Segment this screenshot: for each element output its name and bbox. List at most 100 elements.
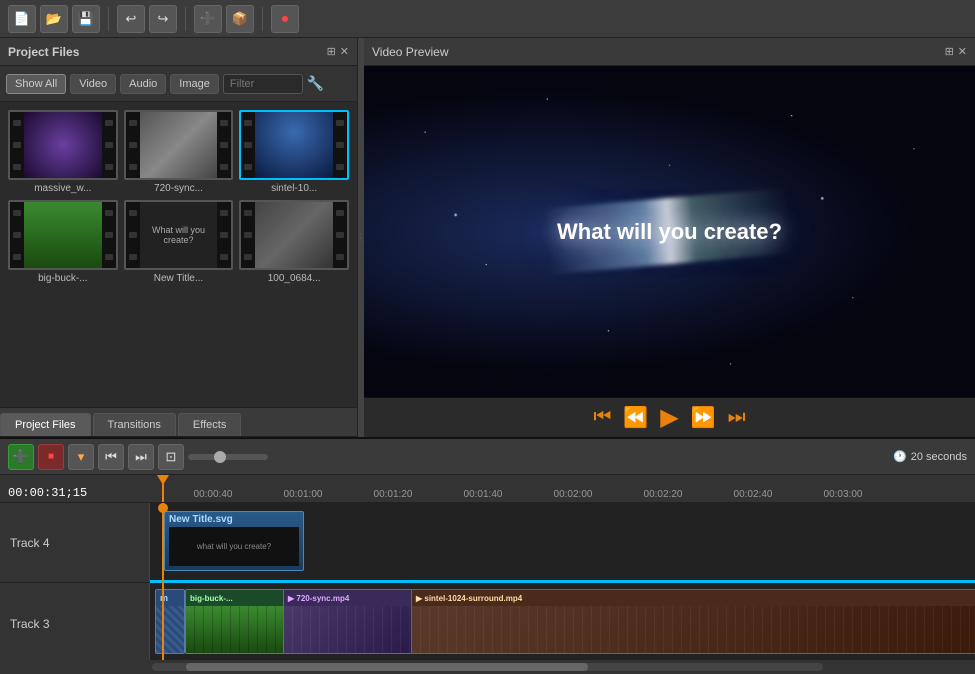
media-thumb-720sync — [124, 110, 234, 180]
ruler-time-5: 00:02:00 — [554, 489, 593, 500]
ruler-time-6: 00:02:20 — [644, 489, 683, 500]
media-item-sintel[interactable]: sintel-10... — [239, 110, 349, 194]
track-4: Track 4 New Title.svg what will you crea… — [0, 503, 975, 583]
film-hole — [244, 254, 252, 260]
film-hole — [13, 254, 21, 260]
film-hole — [336, 210, 344, 216]
film-hole — [129, 232, 137, 238]
clip-720sync[interactable]: ▶ 720-sync.mp4 — [283, 589, 413, 654]
rewind-button[interactable]: ⏪ — [623, 405, 648, 430]
filmstrip-left-6 — [241, 202, 255, 268]
clip-m[interactable]: m — [155, 589, 185, 654]
current-time: 00:00:31;15 — [8, 486, 87, 500]
redo-button[interactable]: ↪ — [149, 5, 177, 33]
film-hole — [244, 142, 252, 148]
media-item-massive[interactable]: massive_w... — [8, 110, 118, 194]
film-hole — [220, 210, 228, 216]
media-thumb-massive — [8, 110, 118, 180]
filmstrip-right-2 — [217, 112, 231, 178]
clip-sintel-body — [412, 606, 975, 653]
filmstrip-left-1 — [10, 112, 24, 178]
undo-button[interactable]: ↩ — [117, 5, 145, 33]
tab-effects[interactable]: Effects — [178, 413, 241, 436]
playhead-track3 — [162, 583, 164, 660]
media-item-720sync[interactable]: 720-sync... — [124, 110, 234, 194]
clip-sintel-lines — [412, 606, 975, 653]
film-hole — [13, 142, 21, 148]
track-3-content[interactable]: m big-buck-... ▶ 720-sync.mp4 — [150, 583, 975, 660]
maximize-preview-icon[interactable]: ⊞ — [945, 45, 954, 58]
clip-bigbuck-body — [186, 606, 284, 653]
timeline-scrollbar — [0, 660, 975, 674]
project-files-title: Project Files — [8, 45, 79, 59]
ruler-time-8: 00:03:00 — [824, 489, 863, 500]
media-item-100068[interactable]: 100_0684... — [239, 200, 349, 284]
open-button[interactable]: 📂 — [40, 5, 68, 33]
jump-start-tl-button[interactable]: ⏮ — [98, 444, 124, 470]
image-filter-button[interactable]: Image — [170, 74, 219, 94]
thumb-content-720sync — [140, 112, 218, 178]
jump-end-tl-button[interactable]: ⏭ — [128, 444, 154, 470]
filter-bar: Show All Video Audio Image 🔧 — [0, 66, 357, 102]
filter-clear-button[interactable]: 🔧 — [307, 75, 324, 92]
timeline-ruler: 00:00:31;15 00:00:40 00:01:00 00:01:20 0… — [0, 475, 975, 503]
track-4-content[interactable]: New Title.svg what will you create? — [150, 503, 975, 583]
duration-label: 20 seconds — [911, 451, 967, 463]
add-track-button[interactable]: ➕ — [8, 444, 34, 470]
film-hole — [220, 254, 228, 260]
audio-filter-button[interactable]: Audio — [120, 74, 166, 94]
film-hole — [105, 120, 113, 126]
film-hole — [220, 142, 228, 148]
save-button[interactable]: 💾 — [72, 5, 100, 33]
ruler-time-7: 00:02:40 — [734, 489, 773, 500]
media-item-newtitle[interactable]: What will you create? New Title... — [124, 200, 234, 284]
play-button[interactable]: ▶ — [660, 403, 678, 432]
left-panel: Project Files ⊞ ✕ Show All Video Audio I… — [0, 38, 358, 437]
filter-input[interactable] — [223, 74, 303, 94]
clip-sintel[interactable]: ▶ sintel-1024-surround.mp4 — [411, 589, 975, 654]
media-item-bigbuck[interactable]: big-buck-... — [8, 200, 118, 284]
film-hole — [336, 232, 344, 238]
close-icon[interactable]: ✕ — [340, 45, 349, 58]
ruler-time-4: 00:01:40 — [464, 489, 503, 500]
film-hole — [129, 142, 137, 148]
tab-transitions[interactable]: Transitions — [93, 413, 176, 436]
clip-bigbuck-header: big-buck-... — [186, 590, 284, 606]
tab-project-files[interactable]: Project Files — [0, 413, 91, 436]
main-content: Project Files ⊞ ✕ Show All Video Audio I… — [0, 38, 975, 437]
show-all-button[interactable]: Show All — [6, 74, 66, 94]
film-hole — [336, 142, 344, 148]
scrollbar-thumb[interactable] — [186, 663, 589, 671]
clip-m-body — [156, 606, 184, 653]
film-hole — [13, 210, 21, 216]
export-button[interactable]: 📦 — [226, 5, 254, 33]
thumb-content-bigbuck — [24, 202, 102, 268]
jump-to-end-button[interactable]: ⏭ — [728, 406, 746, 429]
zoom-slider[interactable] — [188, 454, 268, 460]
jump-to-start-button[interactable]: ⏮ — [593, 406, 611, 429]
thumb-content-newtitle: What will you create? — [140, 202, 218, 268]
snap-button[interactable]: ⊡ — [158, 444, 184, 470]
thumb-content-100068 — [255, 202, 333, 268]
clip-newtitle[interactable]: New Title.svg what will you create? — [164, 511, 304, 571]
video-preview: What will you create? — [364, 66, 975, 397]
project-files-header-icons: ⊞ ✕ — [327, 45, 349, 58]
fast-forward-button[interactable]: ⏩ — [691, 405, 716, 430]
record-button[interactable]: ⏺ — [271, 5, 299, 33]
scrollbar-track[interactable] — [152, 663, 823, 671]
ruler-time-1: 00:00:40 — [194, 489, 233, 500]
film-hole — [129, 254, 137, 260]
video-filter-button[interactable]: Video — [70, 74, 116, 94]
media-label-massive: massive_w... — [8, 183, 118, 194]
media-label-sintel: sintel-10... — [239, 183, 349, 194]
filter-button[interactable]: ▾ — [68, 444, 94, 470]
maximize-icon[interactable]: ⊞ — [327, 45, 336, 58]
import-button[interactable]: ➕ — [194, 5, 222, 33]
zoom-thumb — [214, 451, 226, 463]
video-preview-title: Video Preview — [372, 45, 449, 59]
bottom-tabs: Project Files Transitions Effects — [0, 407, 357, 437]
close-preview-icon[interactable]: ✕ — [958, 45, 967, 58]
remove-track-button[interactable]: ■ — [38, 444, 64, 470]
new-button[interactable]: 📄 — [8, 5, 36, 33]
clip-bigbuck[interactable]: big-buck-... — [185, 589, 285, 654]
